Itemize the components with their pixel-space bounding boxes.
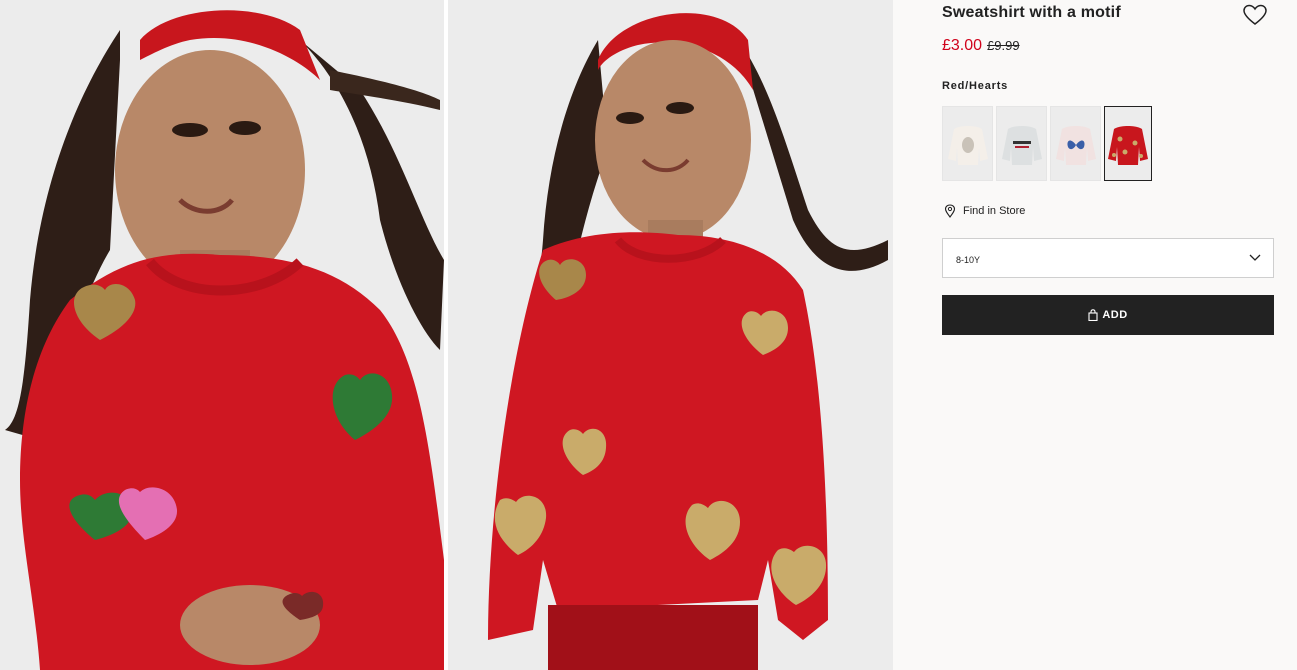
product-image-2[interactable] [448, 0, 893, 670]
swatch-butterfly-motif[interactable] [1050, 106, 1101, 181]
original-price: £9.99 [987, 38, 1020, 53]
swatch-red-hearts[interactable] [1104, 106, 1152, 181]
selected-color-label: Red/Hearts [942, 80, 1009, 92]
unicorn-sweatshirt-thumbnail [947, 125, 988, 165]
add-button-label: ADD [1102, 309, 1128, 321]
price-row: £3.00 £9.99 [942, 37, 1020, 55]
favorite-button[interactable] [1243, 4, 1267, 26]
location-pin-icon [944, 204, 956, 218]
sale-price: £3.00 [942, 37, 983, 54]
red-hearts-sweatshirt-thumbnail [1108, 125, 1148, 165]
shopping-bag-icon [1088, 309, 1098, 321]
find-in-store-link[interactable]: Find in Store [944, 204, 1025, 218]
product-title: Sweatshirt with a motif [942, 4, 1121, 21]
chevron-down-icon [1249, 254, 1261, 261]
product-image-1[interactable] [0, 0, 444, 670]
color-swatches [942, 106, 1152, 181]
add-to-bag-button[interactable]: ADD [942, 295, 1274, 335]
product-photo-front-left [0, 0, 444, 670]
text-sweatshirt-thumbnail [1001, 125, 1042, 165]
product-photo-front [448, 0, 893, 670]
swatch-text-motif[interactable] [996, 106, 1047, 181]
swatch-unicorn-motif[interactable] [942, 106, 993, 181]
heart-outline-icon [1243, 4, 1267, 25]
butterfly-sweatshirt-thumbnail [1055, 125, 1096, 165]
find-in-store-label: Find in Store [963, 205, 1026, 217]
size-select[interactable]: 8-10Y [942, 238, 1274, 278]
selected-size: 8-10Y [956, 255, 981, 265]
product-gallery [0, 0, 893, 670]
product-details-panel: Sweatshirt with a motif £3.00 £9.99 Red/… [893, 0, 1297, 670]
